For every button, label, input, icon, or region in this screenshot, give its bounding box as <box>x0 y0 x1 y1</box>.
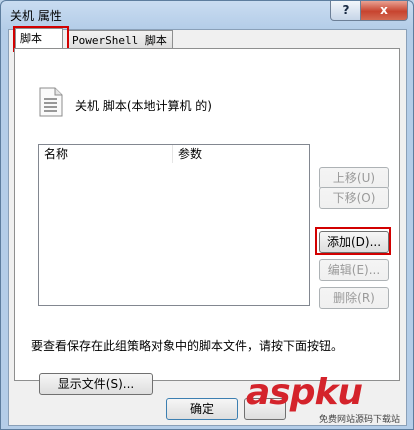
show-files-button[interactable]: 显示文件(S)... <box>39 373 153 395</box>
info-text: 要查看保存在此组策略对象中的脚本文件，请按下面按钮。 <box>31 339 344 353</box>
watermark-logo: aspku <box>246 372 363 413</box>
move-up-button[interactable]: 上移(U) <box>319 167 389 189</box>
properties-window: 关机 属性 ? x 脚本 PowerShell 脚本 关机 脚本(本地计算机 的… <box>0 0 414 430</box>
move-down-button[interactable]: 下移(O) <box>319 187 389 209</box>
column-header-parameters[interactable]: 参数 <box>173 145 306 163</box>
close-button[interactable]: x <box>360 1 408 21</box>
ok-button[interactable]: 确定 <box>166 398 238 420</box>
scripts-heading: 关机 脚本(本地计算机 的) <box>75 99 212 113</box>
help-button[interactable]: ? <box>330 1 362 21</box>
add-button-highlight-box <box>315 227 391 255</box>
window-title: 关机 属性 <box>10 9 62 23</box>
watermark-subtitle: 免费网站源码下载站 <box>319 415 401 425</box>
column-header-name[interactable]: 名称 <box>39 145 173 163</box>
tab-panel: 关机 脚本(本地计算机 的) 名称 参数 上移(U) 下移(O) 添加(D)..… <box>14 48 400 395</box>
tab-powershell-scripts[interactable]: PowerShell 脚本 <box>67 30 173 50</box>
title-bar[interactable]: 关机 属性 ? x <box>1 1 413 29</box>
script-document-icon <box>39 87 63 117</box>
scripts-list[interactable]: 名称 参数 <box>38 144 310 306</box>
dialog-client-area: 脚本 PowerShell 脚本 关机 脚本(本地计算机 的) 名称 参数 上移… <box>8 26 407 426</box>
tab-powershell-label: PowerShell 脚本 <box>72 34 167 47</box>
delete-button[interactable]: 删除(R) <box>319 287 389 309</box>
edit-button[interactable]: 编辑(E)... <box>319 259 389 281</box>
